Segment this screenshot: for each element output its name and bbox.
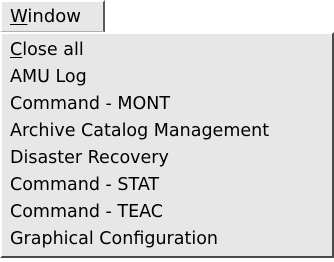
menu-item-command-mont[interactable]: Command - MONT — [10, 91, 170, 118]
menu-window-mnemonic: W — [10, 6, 28, 27]
menu-item-close-all-label: lose all — [22, 40, 84, 60]
window-dropdown-menu: Close all AMU Log Command - MONT Archive… — [0, 32, 334, 258]
menu-item-graphical-configuration[interactable]: Graphical Configuration — [10, 226, 218, 253]
menu-item-archive-catalog-management[interactable]: Archive Catalog Management — [10, 118, 269, 145]
menu-window-label: indow — [27, 6, 81, 27]
menu-item-close-all-mnemonic: C — [10, 40, 23, 60]
menu-item-disaster-recovery[interactable]: Disaster Recovery — [10, 145, 169, 172]
menu-window[interactable]: Window — [0, 0, 105, 32]
menu-item-close-all[interactable]: Close all — [10, 37, 84, 64]
menu-item-command-teac[interactable]: Command - TEAC — [10, 199, 163, 226]
menu-item-amu-log[interactable]: AMU Log — [10, 64, 87, 91]
menu-item-command-stat[interactable]: Command - STAT — [10, 172, 159, 199]
